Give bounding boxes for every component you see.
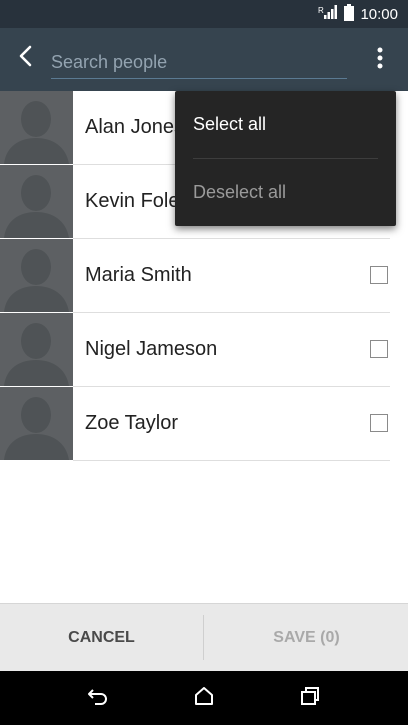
contact-name: Alan Jones [85,116,184,138]
avatar [0,91,73,164]
back-nav-icon [87,687,109,709]
person-silhouette-icon [4,101,69,164]
action-bar: CANCEL SAVE (0) [0,603,408,671]
contact-name: Nigel Jameson [85,338,218,360]
contact-checkbox[interactable] [370,414,388,432]
avatar [0,387,73,460]
nav-back-button[interactable] [82,683,114,713]
contact-name: Maria Smith [85,264,192,286]
person-silhouette-icon [4,175,69,238]
contact-checkbox[interactable] [370,266,388,284]
avatar [0,165,73,238]
back-arrow-icon [16,45,36,71]
cancel-button[interactable]: CANCEL [0,604,203,672]
signal-icon: R [318,4,338,24]
status-bar: R 10:00 [0,0,408,28]
menu-item-select-all[interactable]: Select all [175,91,396,158]
contact-name: Zoe Taylor [85,412,179,434]
contact-name: Kevin Foley [85,190,190,212]
avatar [0,313,73,386]
overflow-menu-button[interactable] [368,43,392,77]
back-button[interactable] [8,40,44,76]
search-input[interactable] [51,44,347,79]
person-silhouette-icon [4,323,69,386]
contact-row[interactable]: Zoe Taylor [0,387,408,461]
contact-row[interactable]: Maria Smith [0,239,408,313]
row-divider [73,460,390,461]
overflow-menu: Select all Deselect all [175,91,396,226]
battery-icon [344,3,355,25]
status-time: 10:00 [360,5,398,23]
avatar [0,239,73,312]
recents-icon [300,687,320,709]
action-divider [203,615,204,660]
person-silhouette-icon [4,397,69,460]
contact-checkbox[interactable] [370,340,388,358]
menu-item-deselect-all[interactable]: Deselect all [175,159,396,226]
nav-home-button[interactable] [188,683,220,713]
svg-text:R: R [318,6,324,15]
more-vert-icon [377,46,383,74]
save-button[interactable]: SAVE (0) [205,604,408,672]
nav-recents-button[interactable] [294,683,326,713]
navigation-bar [0,671,408,725]
app-bar [0,28,408,91]
status-icons: R 10:00 [318,0,398,28]
person-silhouette-icon [4,249,69,312]
home-icon [194,687,214,709]
contact-row[interactable]: Nigel Jameson [0,313,408,387]
